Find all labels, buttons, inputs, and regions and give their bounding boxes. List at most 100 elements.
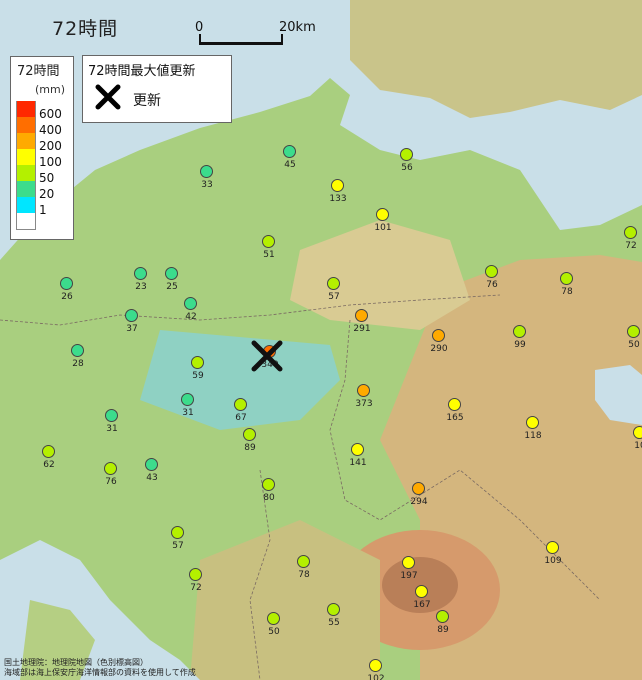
station-value-label: 28 (72, 359, 84, 369)
station-marker[interactable]: 31 (105, 409, 118, 434)
updated-max-cross-icon (251, 340, 283, 372)
station-dot[interactable] (42, 445, 55, 458)
station-dot[interactable] (171, 526, 184, 539)
station-marker[interactable]: 59 (191, 356, 204, 381)
station-marker[interactable]: 294 (410, 482, 428, 507)
station-marker[interactable]: 101 (374, 208, 392, 233)
station-dot[interactable] (402, 556, 415, 569)
station-marker[interactable]: 42 (184, 297, 197, 322)
station-dot[interactable] (546, 541, 559, 554)
station-dot[interactable] (485, 265, 498, 278)
station-dot[interactable] (297, 555, 310, 568)
station-marker[interactable]: 141 (349, 443, 367, 468)
station-marker[interactable]: 89 (243, 428, 256, 453)
station-marker[interactable]: 99 (513, 325, 526, 350)
station-dot[interactable] (355, 309, 368, 322)
station-value-label: 72 (190, 583, 202, 593)
station-dot[interactable] (105, 409, 118, 422)
station-dot[interactable] (327, 603, 340, 616)
station-dot[interactable] (165, 267, 178, 280)
station-dot[interactable] (526, 416, 539, 429)
station-dot[interactable] (267, 612, 280, 625)
station-marker[interactable]: 89 (436, 610, 449, 635)
station-dot[interactable] (331, 179, 344, 192)
station-dot[interactable] (448, 398, 461, 411)
station-marker[interactable]: 291 (353, 309, 371, 334)
station-marker[interactable]: 57 (327, 277, 340, 302)
station-marker[interactable]: 373 (355, 384, 373, 409)
station-dot[interactable] (234, 398, 247, 411)
station-marker[interactable]: 55 (327, 603, 340, 628)
station-marker[interactable]: 57 (171, 526, 184, 551)
station-dot[interactable] (71, 344, 84, 357)
station-dot[interactable] (357, 384, 370, 397)
station-marker[interactable]: 118 (524, 416, 542, 441)
station-value-label: 294 (410, 497, 428, 507)
station-dot[interactable] (369, 659, 382, 672)
station-marker[interactable]: 78 (297, 555, 310, 580)
station-marker[interactable]: 167 (413, 585, 431, 610)
station-marker[interactable]: 133 (329, 179, 347, 204)
station-dot[interactable] (283, 145, 296, 158)
station-marker[interactable]: 76 (485, 265, 498, 290)
station-dot[interactable] (145, 458, 158, 471)
station-marker[interactable]: 50 (627, 325, 640, 350)
station-marker[interactable]: 109 (544, 541, 562, 566)
station-dot[interactable] (432, 329, 445, 342)
station-marker[interactable]: 67 (234, 398, 247, 423)
station-dot[interactable] (184, 297, 197, 310)
station-marker[interactable]: 290 (430, 329, 448, 354)
station-marker[interactable]: 43 (145, 458, 158, 483)
credit-line-1: 国土地理院：地理院地図（色別標高図） (4, 658, 148, 667)
station-marker[interactable]: 72 (189, 568, 202, 593)
station-value-label: 50 (628, 340, 640, 350)
rainfall-map[interactable]: 72時間 0 20km 72時間 (mm) 600 400 200 100 50… (0, 0, 642, 680)
station-dot[interactable] (60, 277, 73, 290)
station-dot[interactable] (436, 610, 449, 623)
station-marker[interactable]: 78 (560, 272, 573, 297)
station-dot[interactable] (351, 443, 364, 456)
station-marker[interactable]: 80 (262, 478, 275, 503)
station-marker[interactable]: 33 (200, 165, 213, 190)
station-dot[interactable] (191, 356, 204, 369)
station-dot[interactable] (327, 277, 340, 290)
station-marker[interactable]: 28 (71, 344, 84, 369)
station-dot[interactable] (134, 267, 147, 280)
station-marker[interactable]: 37 (125, 309, 138, 334)
station-marker[interactable]: 165 (446, 398, 464, 423)
station-marker[interactable]: 51 (262, 235, 275, 260)
station-dot[interactable] (189, 568, 202, 581)
station-dot[interactable] (262, 235, 275, 248)
station-dot[interactable] (560, 272, 573, 285)
station-marker[interactable]: 45 (283, 145, 296, 170)
station-dot[interactable] (104, 462, 117, 475)
station-dot[interactable] (633, 426, 642, 439)
station-dot[interactable] (400, 148, 413, 161)
station-dot[interactable] (624, 226, 637, 239)
station-marker[interactable]: 102 (367, 659, 385, 680)
station-dot[interactable] (513, 325, 526, 338)
station-marker[interactable]: 76 (104, 462, 117, 487)
station-value-label: 118 (524, 431, 542, 441)
station-dot[interactable] (200, 165, 213, 178)
station-marker[interactable]: 72 (624, 226, 637, 251)
station-value-label: 43 (146, 473, 158, 483)
station-dot[interactable] (181, 393, 194, 406)
station-marker[interactable]: 26 (60, 277, 73, 302)
station-marker[interactable]: 10 (633, 426, 642, 451)
station-dot[interactable] (243, 428, 256, 441)
station-marker[interactable]: 50 (267, 612, 280, 637)
station-marker[interactable]: 25 (165, 267, 178, 292)
station-marker[interactable]: 62 (42, 445, 55, 470)
station-dot[interactable] (376, 208, 389, 221)
station-marker[interactable]: 31 (181, 393, 194, 418)
station-dot[interactable] (627, 325, 640, 338)
station-dot[interactable] (415, 585, 428, 598)
station-marker[interactable]: 23 (134, 267, 147, 292)
station-marker[interactable]: 197 (400, 556, 418, 581)
station-dot[interactable] (125, 309, 138, 322)
station-dot[interactable] (412, 482, 425, 495)
station-marker[interactable]: 56 (400, 148, 413, 173)
station-value-label: 101 (374, 223, 392, 233)
station-dot[interactable] (262, 478, 275, 491)
